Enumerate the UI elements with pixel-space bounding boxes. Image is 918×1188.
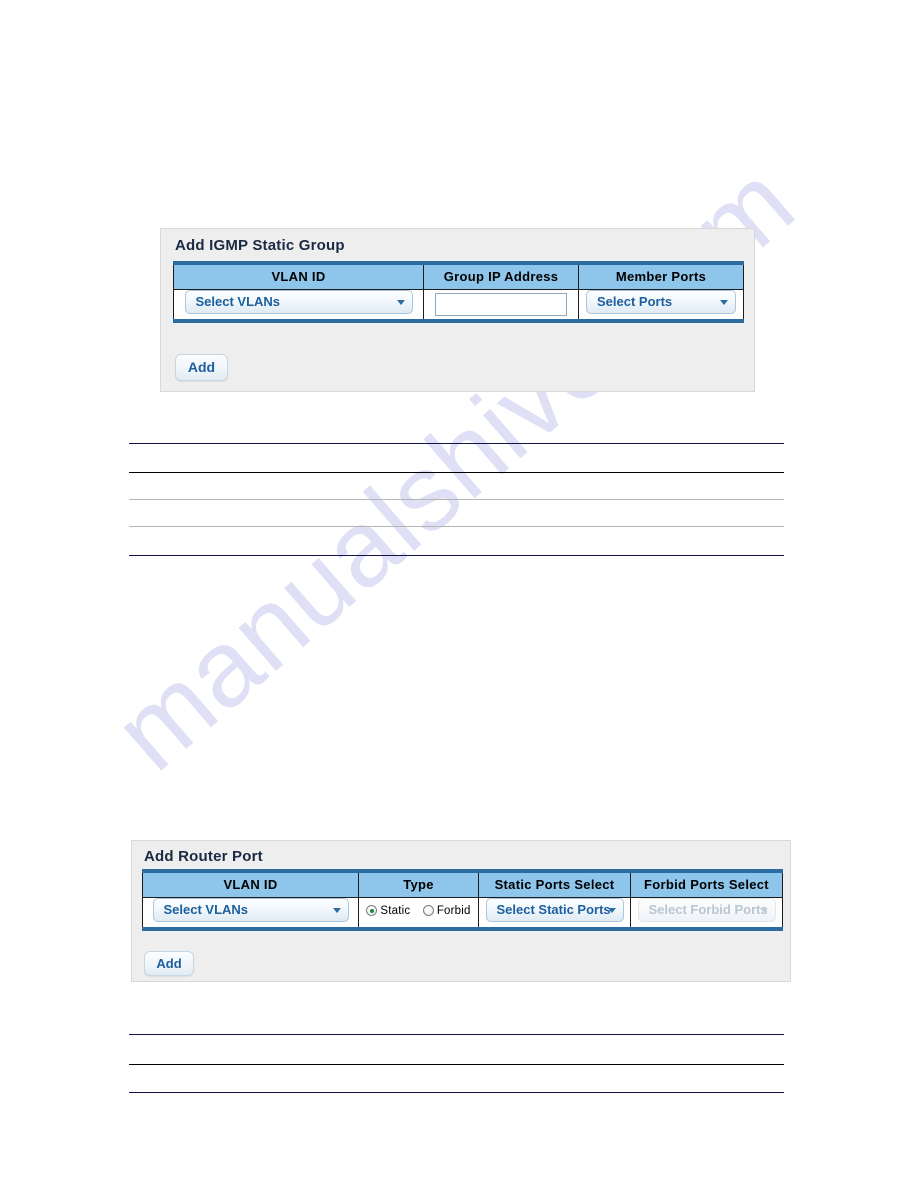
cell-member-ports: Select Ports xyxy=(578,289,744,321)
igmp-static-group-table: VLAN ID Group IP Address Member Ports Se… xyxy=(173,261,744,323)
doc-rule xyxy=(129,1064,784,1065)
watermark-overlay: manualshive.com xyxy=(0,0,918,1188)
cell-vlan-id: Select VLANs xyxy=(173,289,424,321)
radio-label-forbid: Forbid xyxy=(436,904,471,917)
member-ports-select-dropdown[interactable]: Select Ports xyxy=(586,289,736,314)
vlan-select-dropdown[interactable]: Select VLANs xyxy=(152,897,349,922)
radio-option-static[interactable]: Static xyxy=(366,905,410,917)
column-header-type: Type xyxy=(358,871,479,898)
add-igmp-group-button[interactable]: Add xyxy=(175,354,228,381)
radio-option-forbid[interactable]: Forbid xyxy=(422,904,471,917)
radio-button-icon[interactable] xyxy=(366,905,378,917)
column-header-member-ports: Member Ports xyxy=(578,263,744,290)
cell-static-ports-select: Select Static Ports xyxy=(478,897,631,929)
chevron-down-icon xyxy=(396,299,405,305)
member-ports-select-label: Select Ports xyxy=(597,293,673,309)
column-header-group-ip-address: Group IP Address xyxy=(423,263,579,290)
table-row: Select VLANs Select Ports xyxy=(173,289,744,321)
doc-rule xyxy=(129,1092,784,1093)
chevron-down-icon xyxy=(759,907,768,913)
static-ports-select-dropdown[interactable]: Select Static Ports xyxy=(485,897,624,922)
table-header-row: VLAN ID Group IP Address Member Ports xyxy=(173,263,744,290)
column-header-vlan-id: VLAN ID xyxy=(142,871,359,898)
column-header-vlan-id: VLAN ID xyxy=(173,263,424,290)
add-router-port-panel: Add Router Port VLAN ID Type Static Port… xyxy=(131,840,791,982)
column-header-static-ports-select: Static Ports Select xyxy=(478,871,631,898)
cell-group-ip-address xyxy=(423,289,579,321)
forbid-ports-select-label: Select Forbid Ports xyxy=(648,901,768,917)
vlan-select-dropdown[interactable]: Select VLANs xyxy=(184,289,413,314)
doc-rule xyxy=(129,555,784,556)
chevron-down-icon xyxy=(607,907,616,913)
chevron-down-icon xyxy=(720,299,728,305)
static-ports-select-label: Select Static Ports xyxy=(496,901,611,917)
panel-title-router-port: Add Router Port xyxy=(144,848,263,865)
table-header-row: VLAN ID Type Static Ports Select Forbid … xyxy=(142,871,783,898)
vlan-select-label: Select VLANs xyxy=(163,901,249,917)
table-row: Select VLANs Static Forbid Select Static… xyxy=(142,897,783,929)
column-header-forbid-ports-select: Forbid Ports Select xyxy=(630,871,783,898)
radio-label-static: Static xyxy=(380,904,411,917)
group-ip-address-input[interactable] xyxy=(435,292,567,316)
chevron-down-icon xyxy=(332,907,341,913)
doc-rule xyxy=(129,443,784,444)
cell-vlan-id: Select VLANs xyxy=(142,897,359,929)
add-router-port-button[interactable]: Add xyxy=(144,951,194,976)
radio-button-icon[interactable] xyxy=(422,905,434,917)
forbid-ports-select-dropdown: Select Forbid Ports xyxy=(637,897,776,922)
panel-title-igmp: Add IGMP Static Group xyxy=(175,237,345,254)
doc-rule xyxy=(129,526,784,527)
add-igmp-static-group-panel: Add IGMP Static Group VLAN ID Group IP A… xyxy=(160,228,755,392)
vlan-select-label: Select VLANs xyxy=(195,293,281,309)
cell-type: Static Forbid xyxy=(358,897,479,929)
doc-rule xyxy=(129,499,784,500)
doc-rule xyxy=(129,1034,784,1035)
doc-rule xyxy=(129,472,784,473)
router-port-table: VLAN ID Type Static Ports Select Forbid … xyxy=(142,869,783,931)
cell-forbid-ports-select: Select Forbid Ports xyxy=(630,897,783,929)
